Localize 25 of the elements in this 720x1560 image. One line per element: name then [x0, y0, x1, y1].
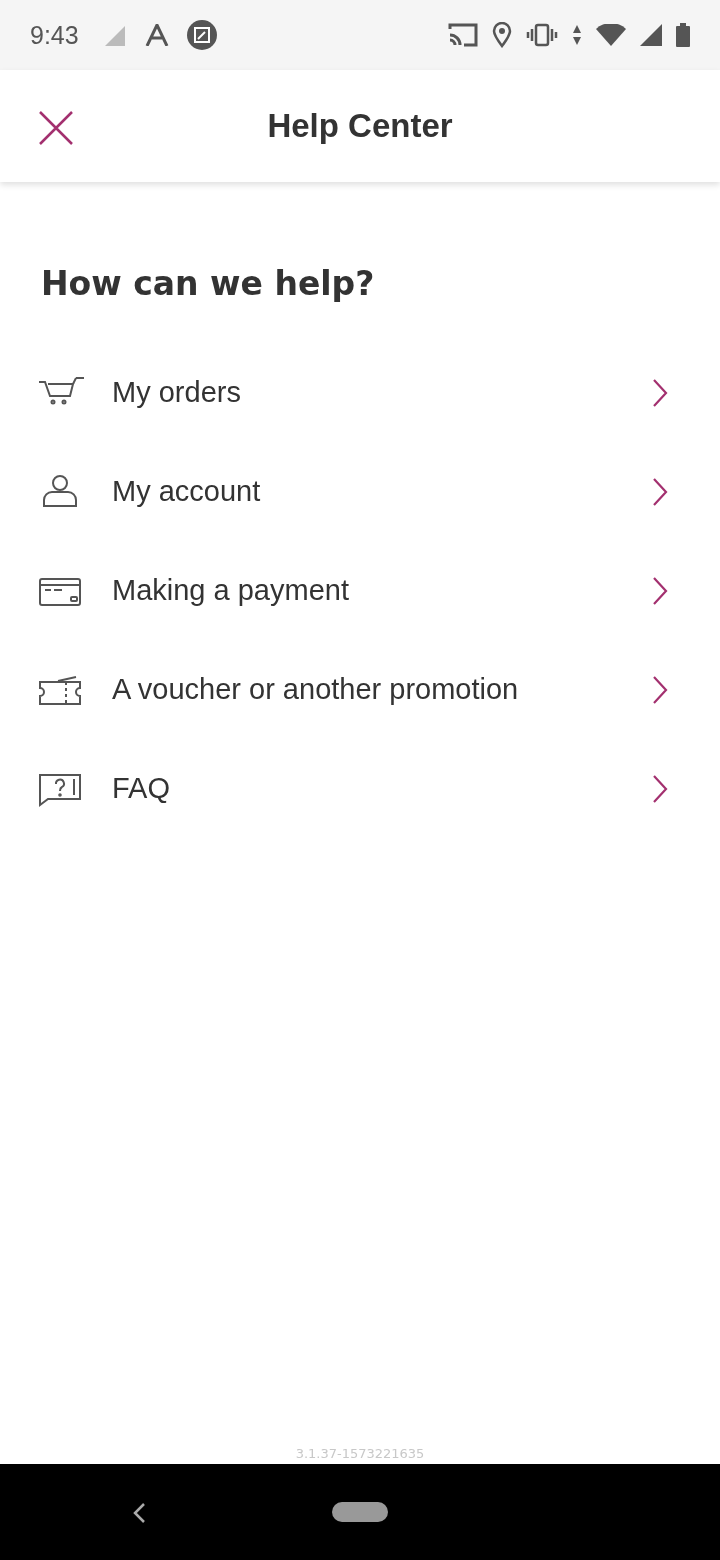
- section-heading: How can we help?: [41, 264, 376, 303]
- chevron-icon: [652, 773, 668, 804]
- help-topic-row[interactable]: FAQ: [0, 739, 720, 838]
- close-icon[interactable]: [38, 110, 74, 146]
- help-topic-row[interactable]: A voucher or another promotion: [0, 640, 720, 739]
- location-icon: [492, 22, 512, 48]
- data-arrows-icon: [572, 24, 582, 46]
- help-topic-row[interactable]: My orders: [0, 343, 720, 442]
- screen-title: Help Center: [267, 107, 453, 145]
- help-topic-row[interactable]: My account: [0, 442, 720, 541]
- cast-icon: [448, 23, 478, 47]
- edit-icon: [186, 20, 217, 50]
- letter-a-icon: [144, 24, 169, 46]
- vibrate-icon: [526, 23, 558, 47]
- chevron-icon: [652, 377, 668, 408]
- help-topic-row[interactable]: Making a payment: [0, 541, 720, 640]
- back-icon[interactable]: [131, 1502, 147, 1524]
- chevron-icon: [652, 575, 668, 606]
- chevron-icon: [652, 674, 668, 705]
- chevron-icon: [652, 476, 668, 507]
- wifi-icon: [596, 24, 626, 46]
- home-button[interactable]: [332, 1502, 388, 1522]
- battery-icon: [676, 23, 690, 47]
- status-time: 9:43: [30, 20, 79, 50]
- cell-signal-icon: [640, 24, 662, 46]
